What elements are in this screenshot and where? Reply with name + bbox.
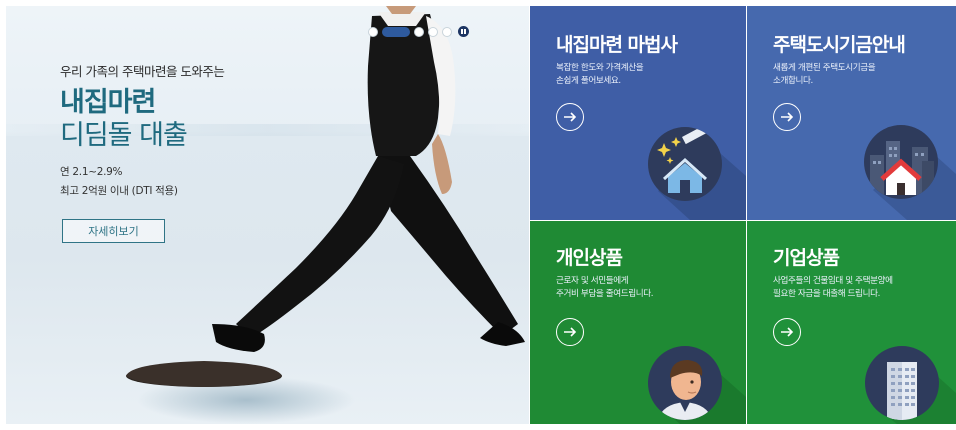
hero-subtitle: 우리 가족의 주택마련을 도와주는	[60, 64, 225, 79]
tile-desc: 새롭게 개편된 주택도시기금을 소개합니다.	[773, 63, 876, 86]
pause-icon[interactable]	[458, 26, 469, 37]
hero-title-light: 디딤돌 대출	[60, 120, 188, 151]
arrow-right-icon[interactable]	[773, 103, 801, 131]
tile-desc: 사업주들의 건물임대 및 주택분양에 필요한 자금을 대출해 드립니다.	[773, 276, 893, 299]
tile-personal-products[interactable]: 개인상품 근로자 및 서민들에게 주거비 부담을 줄여드립니다.	[530, 221, 746, 424]
arrow-right-icon[interactable]	[556, 318, 584, 346]
tile-housing-fund[interactable]: 주택도시기금안내 새롭게 개편된 주택도시기금을 소개합니다.	[747, 6, 956, 220]
slide-dot-3[interactable]	[414, 26, 424, 37]
arrow-right-icon[interactable]	[773, 318, 801, 346]
hero-limit: 최고 2억원 이내 (DTI 적용)	[60, 185, 178, 197]
tile-title: 내집마련 마법사	[556, 34, 678, 56]
slide-dot-5[interactable]	[442, 26, 452, 37]
tile-home-wizard[interactable]: 내집마련 마법사 복잡한 한도와 가격계산을 손쉽게 풀어보세요.	[530, 6, 746, 220]
tile-title: 기업상품	[773, 247, 840, 269]
arrow-right-icon[interactable]	[556, 103, 584, 131]
hero-banner: 우리 가족의 주택마련을 도와주는 내집마련 디딤돌 대출 연 2.1~2.9%…	[6, 6, 529, 424]
city-house-icon	[864, 125, 938, 199]
slide-dot-4[interactable]	[428, 26, 438, 37]
hero-rate: 연 2.1~2.9%	[60, 166, 123, 178]
tile-title: 개인상품	[556, 247, 623, 269]
tile-title: 주택도시기금안내	[773, 34, 906, 56]
person-avatar-icon	[648, 346, 722, 420]
detail-button[interactable]: 자세히보기	[62, 219, 165, 243]
tile-desc: 근로자 및 서민들에게 주거비 부담을 줄여드립니다.	[556, 276, 654, 299]
office-building-icon	[865, 346, 939, 420]
slide-dot-1[interactable]	[368, 26, 378, 37]
slide-pager	[368, 26, 469, 37]
house-magic-wand-icon	[648, 127, 722, 201]
tile-desc: 복잡한 한도와 가격계산을 손쉽게 풀어보세요.	[556, 63, 644, 86]
slide-dot-active[interactable]	[382, 26, 410, 37]
tile-business-products[interactable]: 기업상품 사업주들의 건물임대 및 주택분양에 필요한 자금을 대출해 드립니다…	[747, 221, 956, 424]
